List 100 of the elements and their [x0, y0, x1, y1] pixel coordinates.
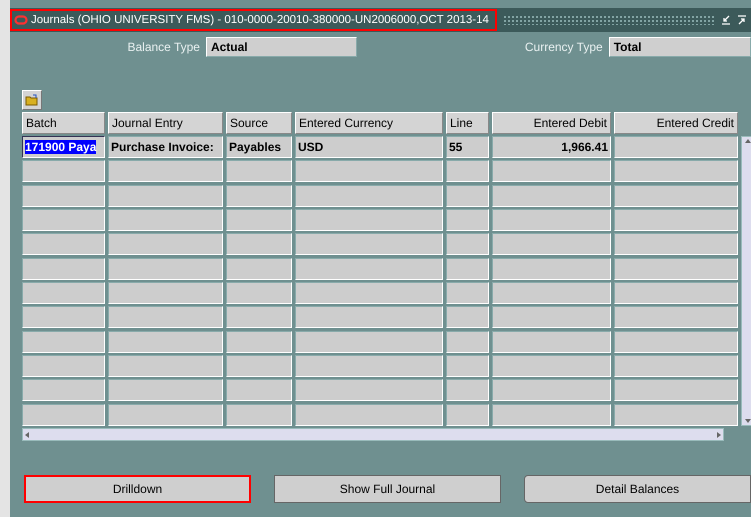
table-cell[interactable]: [108, 208, 223, 231]
scroll-up-icon[interactable]: [744, 137, 751, 145]
table-cell[interactable]: [614, 330, 738, 353]
table-cell[interactable]: [295, 354, 443, 377]
table-cell[interactable]: [492, 233, 611, 256]
table-cell[interactable]: [446, 354, 489, 377]
table-cell[interactable]: [22, 404, 105, 426]
table-cell[interactable]: [614, 404, 738, 426]
table-cell[interactable]: [22, 354, 105, 377]
table-cell[interactable]: [614, 136, 738, 158]
action-button[interactable]: Detail Balances: [524, 475, 751, 503]
table-cell[interactable]: [108, 184, 223, 207]
table-cell[interactable]: [108, 404, 223, 426]
value-field[interactable]: Actual: [206, 37, 357, 57]
table-cell[interactable]: [295, 282, 443, 304]
table-cell[interactable]: [295, 306, 443, 328]
open-folder-button[interactable]: [22, 90, 42, 110]
table-cell[interactable]: [446, 282, 489, 304]
table-cell[interactable]: [22, 233, 105, 256]
table-cell[interactable]: [492, 306, 611, 328]
table-cell[interactable]: [614, 184, 738, 207]
table-cell[interactable]: USD: [295, 136, 443, 158]
table-cell[interactable]: [446, 184, 489, 207]
column-header[interactable]: Source: [226, 112, 292, 134]
action-button[interactable]: Drilldown: [24, 475, 251, 503]
table-cell[interactable]: [492, 404, 611, 426]
table-cell[interactable]: [295, 258, 443, 280]
table-cell[interactable]: [226, 404, 292, 426]
table-cell[interactable]: [492, 354, 611, 377]
table-cell[interactable]: [295, 184, 443, 207]
scroll-left-icon[interactable]: [23, 430, 31, 438]
table-cell[interactable]: [108, 160, 223, 182]
maximize-icon[interactable]: [737, 15, 747, 25]
table-cell[interactable]: [295, 330, 443, 353]
table-cell[interactable]: [108, 330, 223, 353]
table-cell[interactable]: [108, 379, 223, 402]
table-cell[interactable]: Payables: [226, 136, 292, 158]
table-cell[interactable]: [492, 282, 611, 304]
table-cell[interactable]: [614, 258, 738, 280]
table-cell[interactable]: [108, 258, 223, 280]
table-cell[interactable]: [614, 282, 738, 304]
table-cell[interactable]: [295, 379, 443, 402]
table-cell[interactable]: [492, 258, 611, 280]
table-cell[interactable]: [492, 160, 611, 182]
table-cell[interactable]: [226, 233, 292, 256]
table-cell[interactable]: Purchase Invoice:: [108, 136, 223, 158]
vertical-scrollbar[interactable]: [741, 136, 751, 426]
table-cell[interactable]: [22, 160, 105, 182]
table-cell[interactable]: [614, 306, 738, 328]
table-cell[interactable]: [22, 330, 105, 353]
table-cell[interactable]: [446, 306, 489, 328]
column-header[interactable]: Entered Credit: [614, 112, 738, 134]
table-cell[interactable]: [226, 184, 292, 207]
column-header[interactable]: Entered Currency: [295, 112, 443, 134]
table-cell[interactable]: [614, 160, 738, 182]
table-cell[interactable]: [295, 160, 443, 182]
table-cell[interactable]: [492, 208, 611, 231]
table-cell[interactable]: [22, 379, 105, 402]
table-cell[interactable]: [614, 233, 738, 256]
table-cell[interactable]: [295, 208, 443, 231]
table-cell[interactable]: [22, 258, 105, 280]
table-cell[interactable]: [22, 208, 105, 231]
table-cell[interactable]: [614, 379, 738, 402]
column-header[interactable]: Line: [446, 112, 489, 134]
table-cell[interactable]: [446, 233, 489, 256]
table-cell[interactable]: 55: [446, 136, 489, 158]
table-cell[interactable]: [446, 379, 489, 402]
table-cell[interactable]: [226, 282, 292, 304]
table-cell[interactable]: [614, 208, 738, 231]
table-cell[interactable]: [446, 330, 489, 353]
table-cell[interactable]: [226, 306, 292, 328]
table-cell[interactable]: [22, 282, 105, 304]
table-cell[interactable]: [446, 160, 489, 182]
table-cell[interactable]: [108, 282, 223, 304]
column-header[interactable]: Entered Debit: [492, 112, 611, 134]
table-cell[interactable]: [446, 404, 489, 426]
table-cell[interactable]: [226, 330, 292, 353]
table-cell[interactable]: [492, 184, 611, 207]
horizontal-scrollbar[interactable]: [22, 428, 724, 441]
table-cell[interactable]: [226, 208, 292, 231]
table-cell[interactable]: [614, 354, 738, 377]
column-header[interactable]: Batch: [22, 112, 105, 134]
table-cell[interactable]: [108, 233, 223, 256]
table-cell[interactable]: [22, 306, 105, 328]
column-header[interactable]: Journal Entry: [108, 112, 223, 134]
table-cell[interactable]: [22, 184, 105, 207]
scroll-right-icon[interactable]: [715, 430, 723, 438]
table-cell[interactable]: [108, 306, 223, 328]
scroll-down-icon[interactable]: [744, 417, 751, 425]
table-cell[interactable]: 1,966.41: [492, 136, 611, 158]
table-cell[interactable]: [108, 354, 223, 377]
table-cell[interactable]: [446, 208, 489, 231]
table-cell[interactable]: [295, 404, 443, 426]
table-cell[interactable]: [226, 379, 292, 402]
table-cell[interactable]: [295, 233, 443, 256]
table-cell[interactable]: [492, 379, 611, 402]
minimize-icon[interactable]: [721, 15, 731, 25]
action-button[interactable]: Show Full Journal: [274, 475, 501, 503]
table-cell[interactable]: [226, 354, 292, 377]
table-cell[interactable]: [226, 258, 292, 280]
